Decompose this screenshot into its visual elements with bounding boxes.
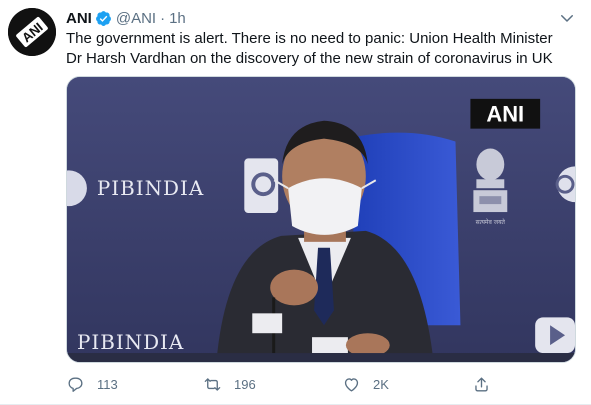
press-conference-image: PIBINDIA PIBINDIA सत्यमेव जयते ANI	[67, 77, 575, 362]
tweet-header: ANI @ANI · 1h	[66, 8, 186, 28]
share-icon	[475, 376, 488, 392]
emblem	[473, 148, 508, 213]
timestamp[interactable]: 1h	[169, 10, 186, 27]
emblem-caption: सत्यमेव जयते	[476, 218, 506, 226]
like-icon	[344, 377, 359, 392]
tweet-actions: 113 196 2K	[66, 372, 526, 396]
author-name[interactable]: ANI	[66, 10, 92, 27]
separator-dot: ·	[160, 9, 166, 27]
ani-watermark: ANI	[486, 102, 524, 127]
retweet-button[interactable]: 196	[203, 372, 256, 396]
tweet-media[interactable]: PIBINDIA PIBINDIA सत्यमेव जयते ANI	[66, 76, 576, 363]
like-button[interactable]: 2K	[342, 372, 389, 396]
tweet-text: The government is alert. There is no nee…	[66, 30, 553, 67]
backdrop-text-bottom: PIBINDIA	[77, 331, 184, 354]
more-chevron-icon	[561, 15, 573, 22]
avatar[interactable]: ANI	[8, 8, 56, 56]
verified-badge-icon	[95, 10, 111, 26]
retweet-icon	[204, 377, 221, 391]
backdrop-text-top: PIBINDIA	[97, 177, 204, 200]
author-handle[interactable]: @ANI	[116, 10, 156, 27]
ani-logo: ANI	[8, 8, 56, 56]
retweet-count: 196	[234, 376, 256, 392]
tweet-card[interactable]: ANI ANI @ANI · 1h The government is aler…	[0, 0, 591, 405]
reply-icon	[68, 376, 83, 392]
more-options-button[interactable]	[555, 6, 579, 30]
like-count: 2K	[373, 376, 389, 392]
reply-count: 113	[97, 376, 118, 392]
share-button[interactable]	[472, 372, 503, 396]
reply-button[interactable]: 113	[66, 372, 118, 396]
